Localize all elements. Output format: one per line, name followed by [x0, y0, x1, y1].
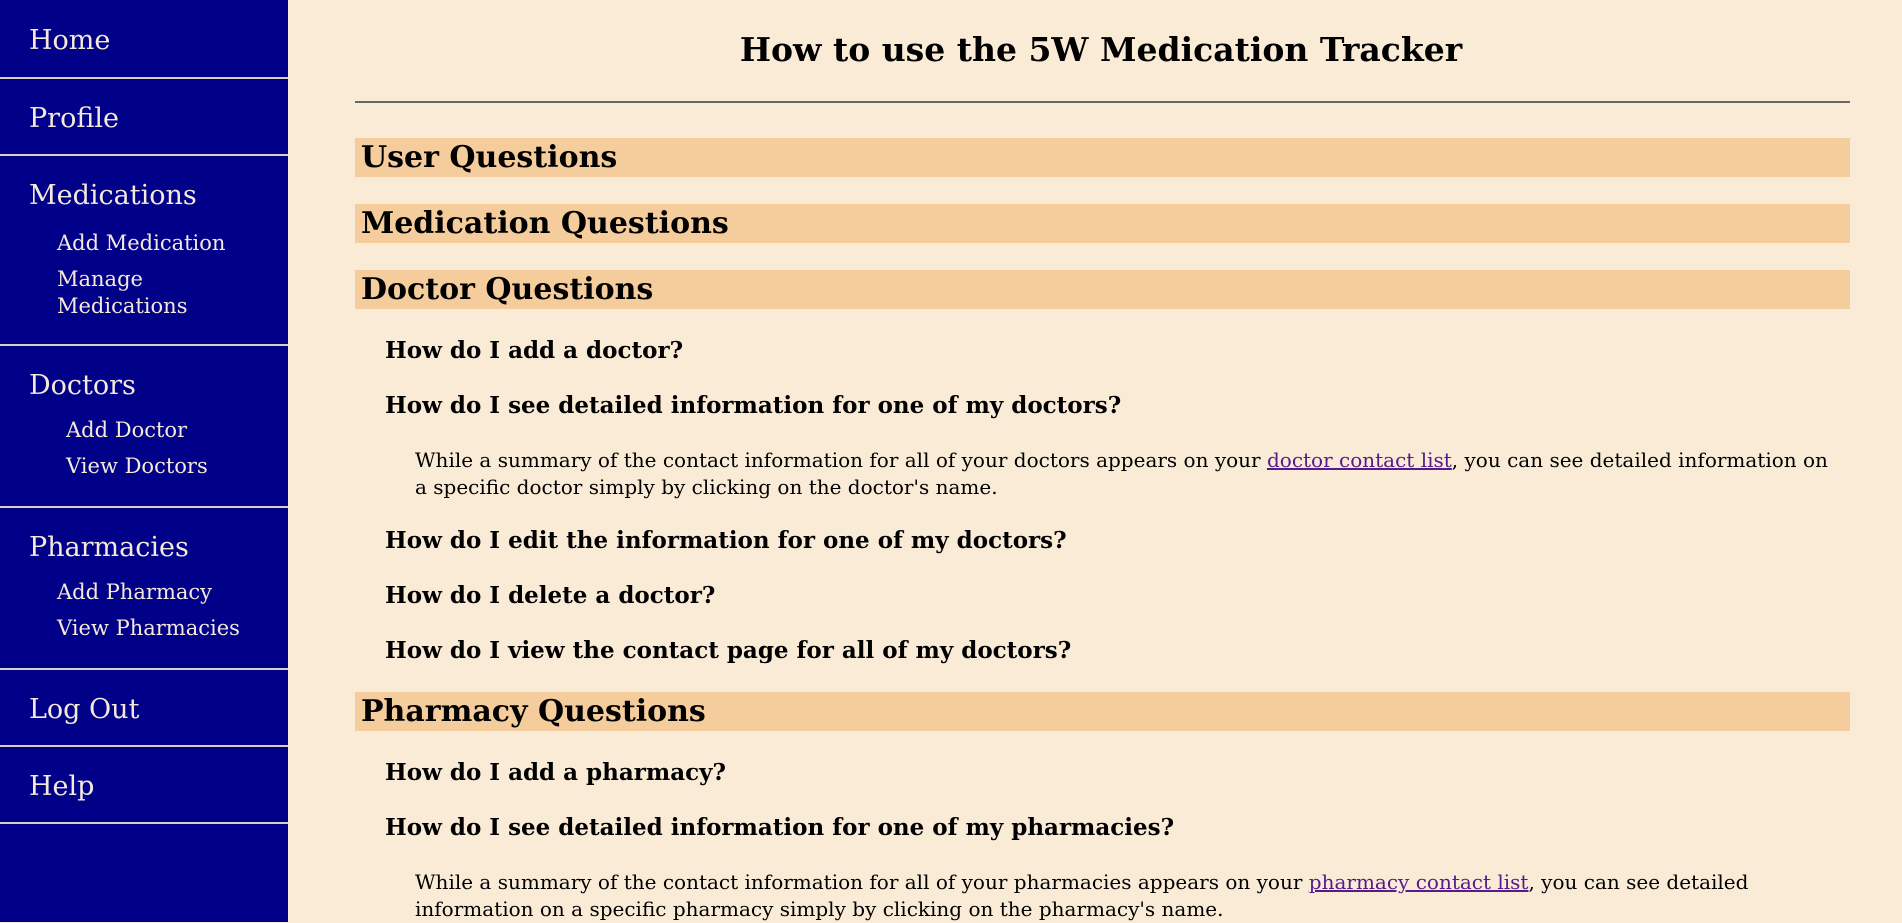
answer-doctor-details: While a summary of the contact informati… [415, 447, 1845, 501]
question-pharmacy-details[interactable]: How do I see detailed information for on… [385, 813, 1174, 843]
question-add-doctor[interactable]: How do I add a doctor? [385, 336, 683, 366]
nav-logout[interactable]: Log Out [0, 694, 288, 726]
nav-home[interactable]: Home [0, 25, 288, 57]
page-title: How to use the 5W Medication Tracker [739, 30, 1463, 69]
question-delete-doctor[interactable]: How do I delete a doctor? [385, 581, 715, 611]
nav-doctors[interactable]: Doctors [0, 370, 136, 402]
nav-help[interactable]: Help [0, 771, 288, 803]
question-doctor-details[interactable]: How do I see detailed information for on… [385, 391, 1121, 421]
nav-add-doctor[interactable]: Add Doctor [66, 417, 187, 444]
nav-add-pharmacy[interactable]: Add Pharmacy [57, 579, 212, 606]
nav-group-logout: Log Out [0, 670, 288, 747]
nav-group-pharmacies: Pharmacies Add Pharmacy View Pharmacies [0, 508, 288, 670]
nav-view-pharmacies[interactable]: View Pharmacies [57, 615, 240, 642]
nav-medications[interactable]: Medications [0, 180, 197, 212]
doctor-contact-list-link[interactable]: doctor contact list [1267, 448, 1452, 472]
nav-pharmacies[interactable]: Pharmacies [0, 532, 189, 564]
nav-group-profile: Profile [0, 79, 288, 156]
nav-view-doctors[interactable]: View Doctors [66, 453, 208, 480]
title-divider [355, 101, 1850, 103]
nav-group-medications: Medications Add Medication Manage Medicati… [0, 156, 288, 346]
section-pharmacy-questions[interactable]: Pharmacy Questions [355, 692, 1850, 731]
pharmacy-contact-list-link[interactable]: pharmacy contact list [1309, 870, 1529, 894]
nav-manage-medications[interactable]: Manage Medications [57, 266, 257, 320]
nav-profile[interactable]: Profile [0, 103, 288, 135]
section-medication-questions[interactable]: Medication Questions [355, 204, 1850, 243]
section-user-questions[interactable]: User Questions [355, 138, 1850, 177]
nav-group-help: Help [0, 747, 288, 824]
answer-pharmacy-details: While a summary of the contact informati… [415, 869, 1845, 923]
question-doctor-contact-page[interactable]: How do I view the contact page for all o… [385, 636, 1071, 666]
section-doctor-questions[interactable]: Doctor Questions [355, 270, 1850, 309]
sidebar: Home Profile Medications Add Medication Ma… [0, 0, 288, 922]
main-content: How to use the 5W Medication Tracker Use… [288, 0, 1902, 922]
question-edit-doctor[interactable]: How do I edit the information for one of… [385, 526, 1067, 556]
nav-group-home: Home [0, 0, 288, 79]
nav-add-medication[interactable]: Add Medication [57, 230, 225, 257]
question-add-pharmacy[interactable]: How do I add a pharmacy? [385, 758, 726, 788]
nav-group-doctors: Doctors Add Doctor View Doctors [0, 346, 288, 508]
answer-text: While a summary of the contact informati… [415, 448, 1267, 472]
answer-text: While a summary of the contact informati… [415, 870, 1309, 894]
